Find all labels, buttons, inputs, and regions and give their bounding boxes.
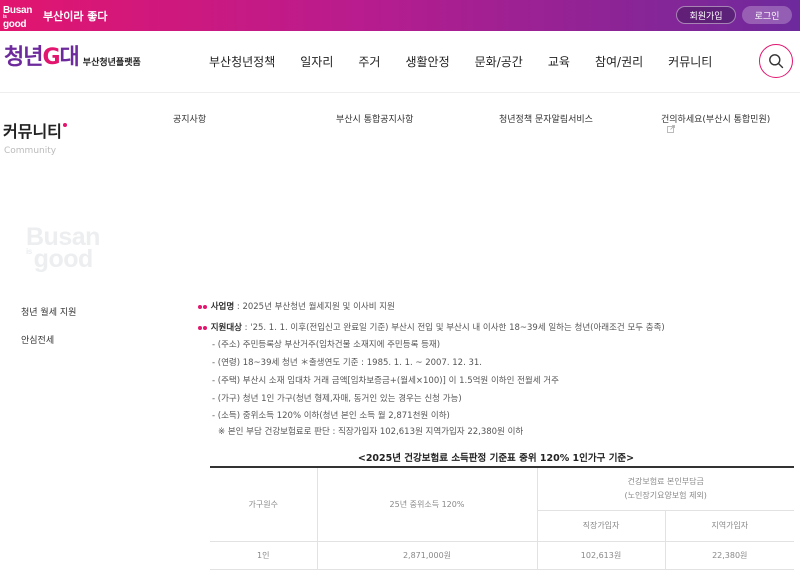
top-bar: Busan is good 부산이라 좋다 회원가입 로그인 <box>0 0 800 31</box>
nav-item-housing[interactable]: 주거 <box>358 53 380 70</box>
busan-is-good-watermark: Busan isgood <box>26 225 100 273</box>
submenu-notice[interactable]: 공지사항 <box>173 112 206 125</box>
nav-item-living[interactable]: 생활안정 <box>405 53 449 70</box>
submenu-sms-service[interactable]: 청년정책 문자알림서비스 <box>499 112 593 125</box>
cell-regional: 22,380원 <box>664 540 794 570</box>
condition-household: - (가구) 청년 1인 가구(청년 형제,자매, 동거인 있는 경우는 신청 … <box>212 394 462 404</box>
header-employee: 직장가입자 <box>537 509 666 542</box>
target-text: : '25. 1. 1. 이후(전입신고 완료일 기준) 부산시 전입 및 부산… <box>241 323 665 333</box>
side-menu-rent-support[interactable]: 청년 월세 지원 <box>21 305 76 318</box>
header-insurance-line1: 건강보험료 본인부담금 <box>627 477 704 487</box>
nav-item-community[interactable]: 커뮤니티 <box>668 53 712 70</box>
logo-good-text: good <box>3 18 27 30</box>
bullet-dot <box>203 304 207 309</box>
logo-main-text: Busan <box>3 4 33 16</box>
header-insurance: 건강보험료 본인부담금 (노인장기요양보험 제외) <box>536 466 794 511</box>
project-label: 사업명 <box>210 302 235 312</box>
target-line: 지원대상 : '25. 1. 1. 이후(전입신고 완료일 기준) 부산시 전입… <box>198 321 665 333</box>
bullet-dot <box>198 304 202 309</box>
insurance-criteria-table: 가구원수 25년 중위소득 120% 건강보험료 본인부담금 (노인장기요양보험… <box>210 466 794 570</box>
table-header-row: 가구원수 25년 중위소득 120% 건강보험료 본인부담금 (노인장기요양보험… <box>210 466 794 542</box>
brand-name: 청년G대 <box>4 45 80 71</box>
community-title-en: Community <box>4 146 57 156</box>
join-button[interactable]: 회원가입 <box>676 6 736 24</box>
submenu-busan-notice[interactable]: 부산시 통합공지사항 <box>336 112 413 125</box>
watermark-line2: good <box>33 245 94 273</box>
project-line: 사업명 : 2025년 부산청년 월세지원 및 이사비 지원 <box>198 300 395 312</box>
brand-name-part2: 대 <box>59 45 80 70</box>
cell-median-income: 2,871,000원 <box>316 540 538 570</box>
side-menu-safe-jeonse[interactable]: 안심전세 <box>21 333 54 346</box>
brand-subtitle: 부산청년플랫폼 <box>82 58 141 68</box>
external-link-icon <box>667 125 675 133</box>
nav-item-participation[interactable]: 참여/권리 <box>595 53 643 70</box>
search-icon <box>769 54 784 69</box>
condition-address: - (주소) 주민등록상 부산거주(임차건물 소재지에 주민등록 등재) <box>212 340 441 350</box>
nav-item-education[interactable]: 교육 <box>548 53 570 70</box>
nav-item-jobs[interactable]: 일자리 <box>300 53 333 70</box>
header-regional: 지역가입자 <box>664 509 794 542</box>
login-button[interactable]: 로그인 <box>742 6 792 24</box>
account-links: 회원가입 로그인 <box>676 6 792 24</box>
bullet-dot <box>203 325 207 330</box>
cell-employee: 102,613원 <box>536 540 666 570</box>
header-insurance-line2: (노인장기요양보험 제외) <box>624 491 707 501</box>
table-row: 1인 2,871,000원 102,613원 22,380원 <box>210 540 794 570</box>
search-button[interactable] <box>759 44 793 78</box>
condition-income: - (소득) 중위소득 120% 이하(청년 본인 소득 월 2,871천원 이… <box>212 411 450 421</box>
slogan: 부산이라 좋다 <box>43 9 108 23</box>
header-household: 가구원수 <box>210 466 318 542</box>
header-median-income: 25년 중위소득 120% <box>316 466 538 542</box>
brand-logo[interactable]: 청년G대 부산청년플랫폼 <box>4 45 141 71</box>
watermark-is: is <box>26 247 32 256</box>
cell-household: 1인 <box>210 540 318 570</box>
condition-housing: - (주택) 부산시 소재 임대차 거래 금액[임차보증금+(월세×100)] … <box>212 376 559 386</box>
nav-item-culture[interactable]: 문화/공간 <box>475 53 523 70</box>
income-note: ※ 본인 부담 건강보험료로 판단 : 직장가입자 102,613원 지역가입자… <box>218 427 524 437</box>
busan-is-good-logo[interactable]: Busan is good <box>3 3 39 29</box>
community-title-text: 커뮤니티 <box>3 122 62 141</box>
brand-name-g: G <box>42 45 60 70</box>
project-text: : 2025년 부산청년 월세지원 및 이사비 지원 <box>234 302 395 312</box>
nav-item-policy[interactable]: 부산청년정책 <box>209 53 275 70</box>
community-title: 커뮤니티 <box>3 118 67 142</box>
main-header: 청년G대 부산청년플랫폼 부산청년정책 일자리 주거 생활안정 문화/공간 교육… <box>0 31 800 93</box>
title-dot <box>62 123 67 127</box>
brand-name-part1: 청년 <box>4 45 43 70</box>
bullet-dot <box>198 325 202 330</box>
target-label: 지원대상 <box>210 323 242 333</box>
global-nav: 부산청년정책 일자리 주거 생활안정 문화/공간 교육 참여/권리 커뮤니티 <box>209 53 737 70</box>
table-caption: <2025년 건강보험료 소득판정 기준표 중위 120% 1인가구 기준> <box>357 453 635 464</box>
submenu-suggestion[interactable]: 건의하세요(부산시 통합민원) <box>661 112 770 125</box>
condition-age: - (연령) 18~39세 청년 ＊출생연도 기준 : 1985. 1. 1. … <box>212 358 483 368</box>
